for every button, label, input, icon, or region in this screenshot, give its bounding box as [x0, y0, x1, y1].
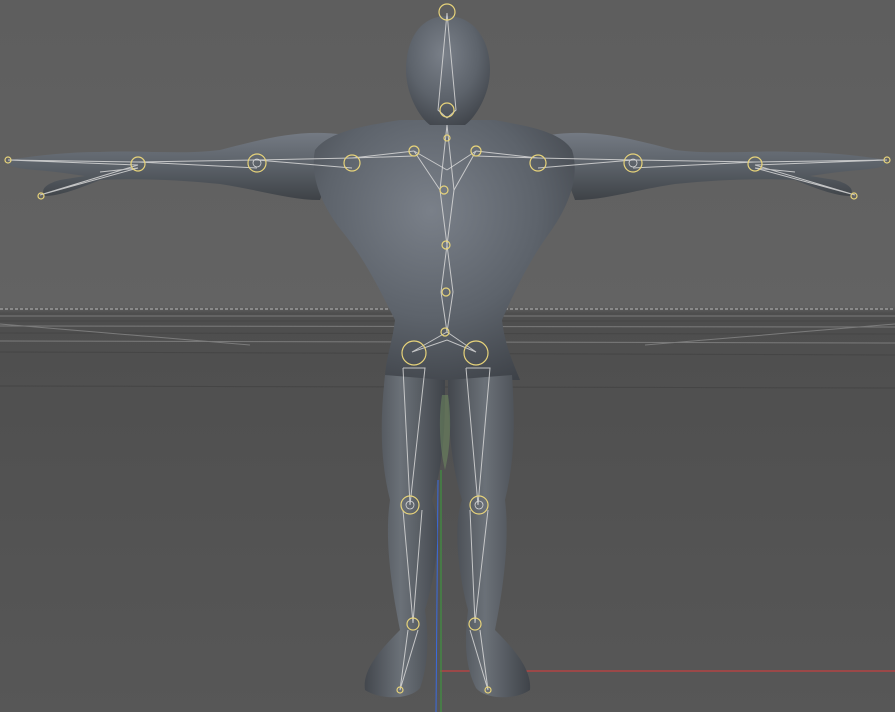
3d-viewport[interactable] — [0, 0, 895, 712]
head-mesh — [406, 16, 490, 125]
viewport-canvas[interactable] — [0, 0, 895, 712]
